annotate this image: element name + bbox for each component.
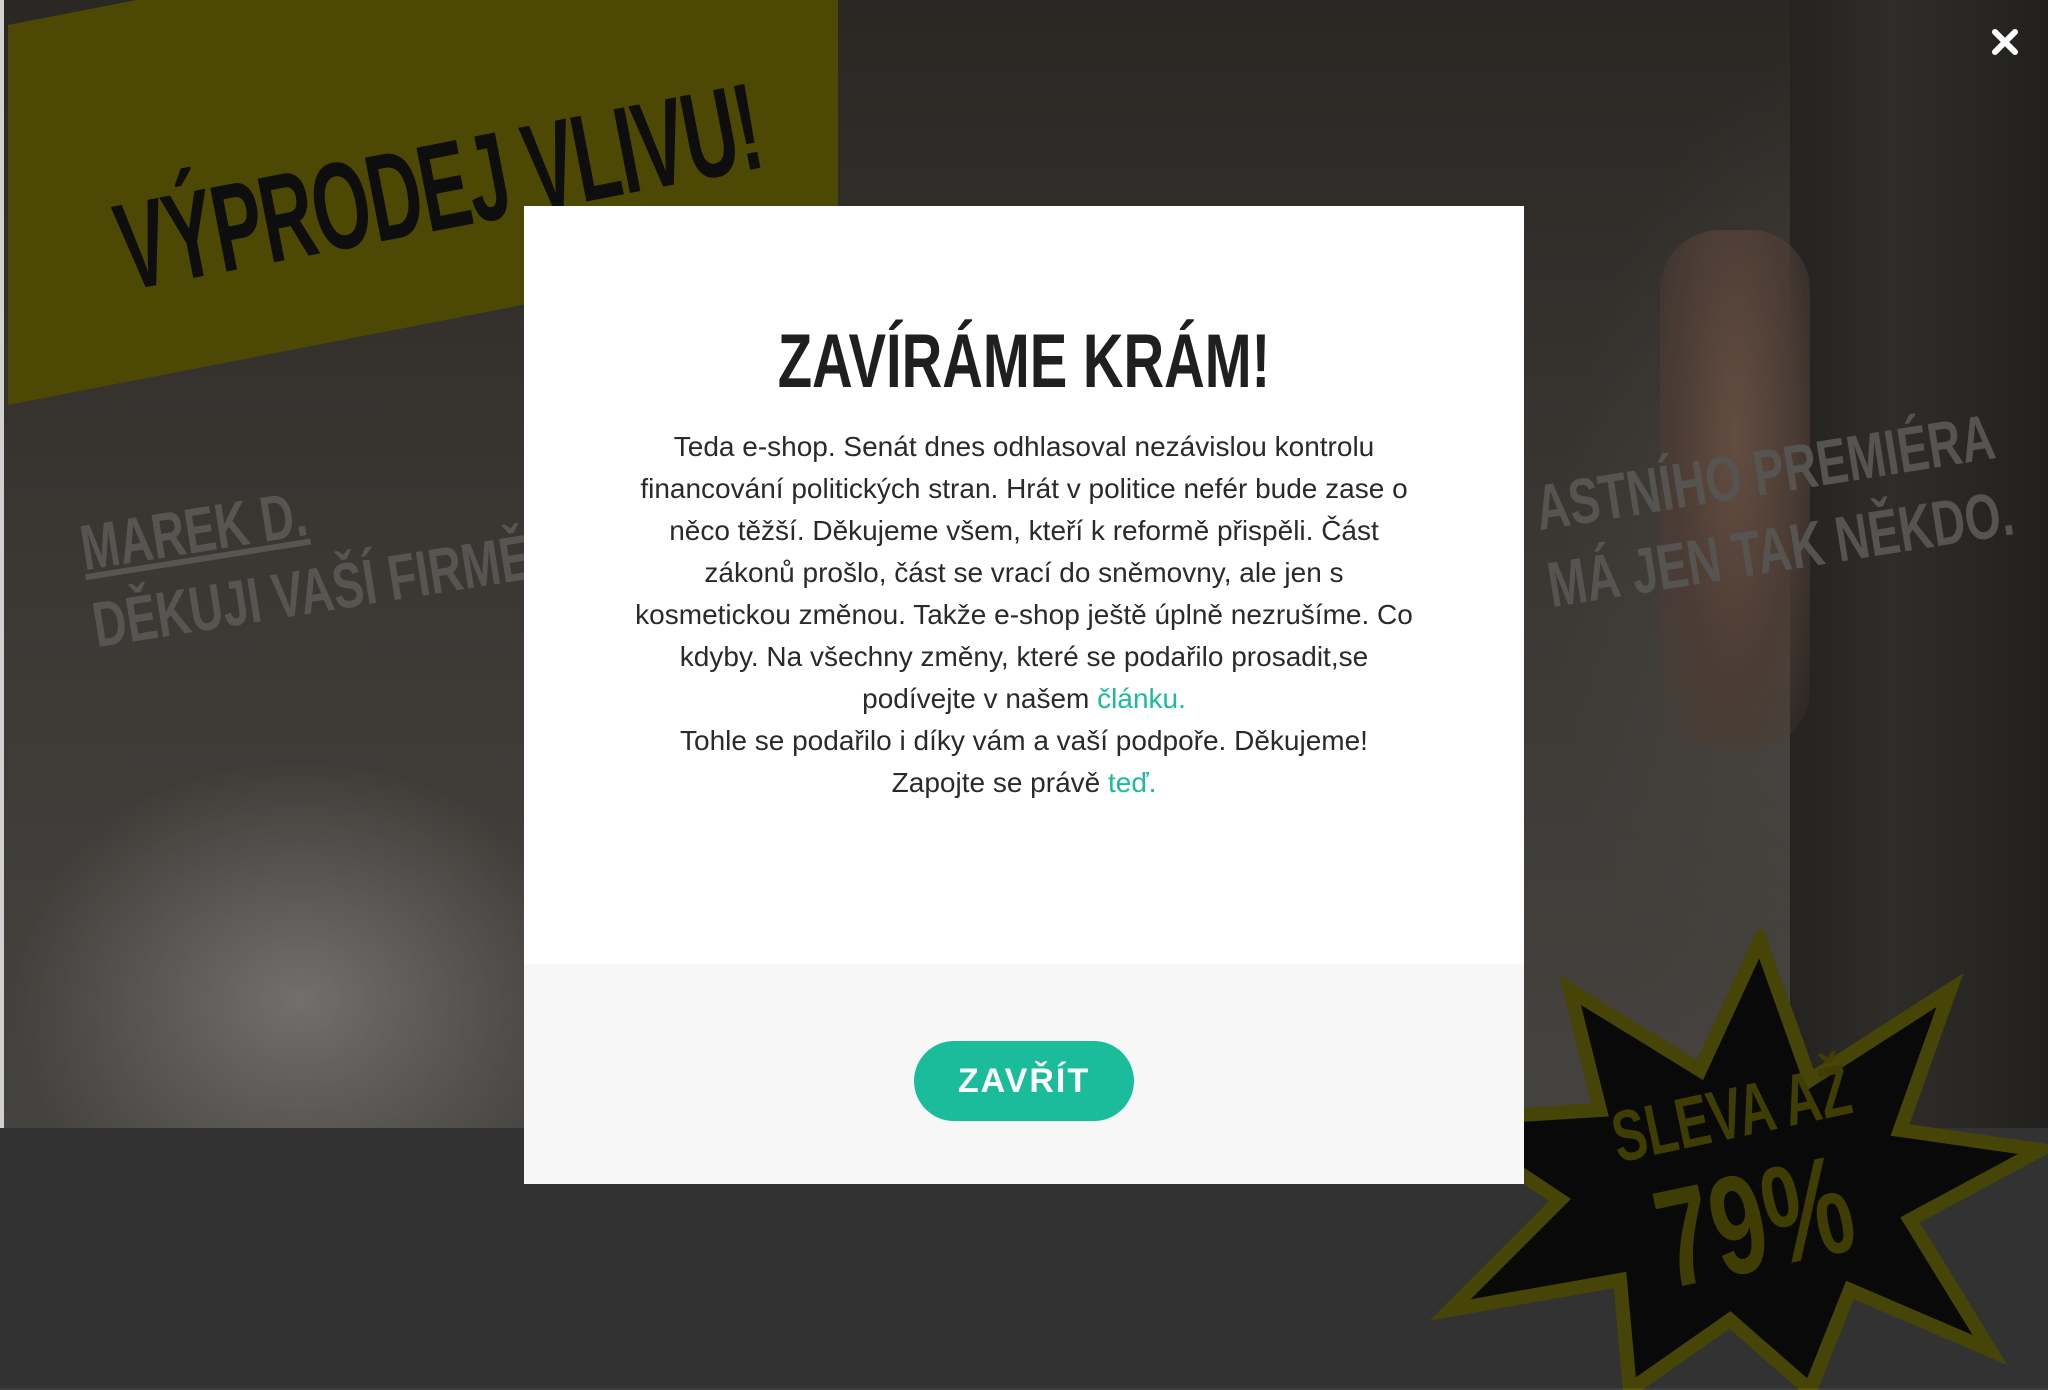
modal-title: ZAVÍRÁME KRÁM! bbox=[777, 319, 1271, 404]
modal-body: ZAVÍRÁME KRÁM! Teda e-shop. Senát dnes o… bbox=[524, 206, 1524, 964]
modal-footer: ZAVŘÍT bbox=[524, 964, 1524, 1184]
close-icon[interactable] bbox=[1985, 22, 2025, 62]
close-icon-glyph bbox=[1992, 29, 2018, 55]
join-text: Zapojte se právě bbox=[891, 767, 1108, 798]
notice-modal: ZAVÍRÁME KRÁM! Teda e-shop. Senát dnes o… bbox=[524, 206, 1524, 1184]
close-button[interactable]: ZAVŘÍT bbox=[914, 1041, 1134, 1121]
article-link[interactable]: článku. bbox=[1097, 683, 1186, 714]
message-intro: Teda e-shop. Senát dnes odhlasoval nezáv… bbox=[635, 431, 1413, 714]
join-link[interactable]: teď. bbox=[1108, 767, 1156, 798]
modal-message: Teda e-shop. Senát dnes odhlasoval nezáv… bbox=[624, 426, 1424, 804]
thanks-line: Tohle se podařilo i díky vám a vaší podp… bbox=[680, 725, 1368, 756]
